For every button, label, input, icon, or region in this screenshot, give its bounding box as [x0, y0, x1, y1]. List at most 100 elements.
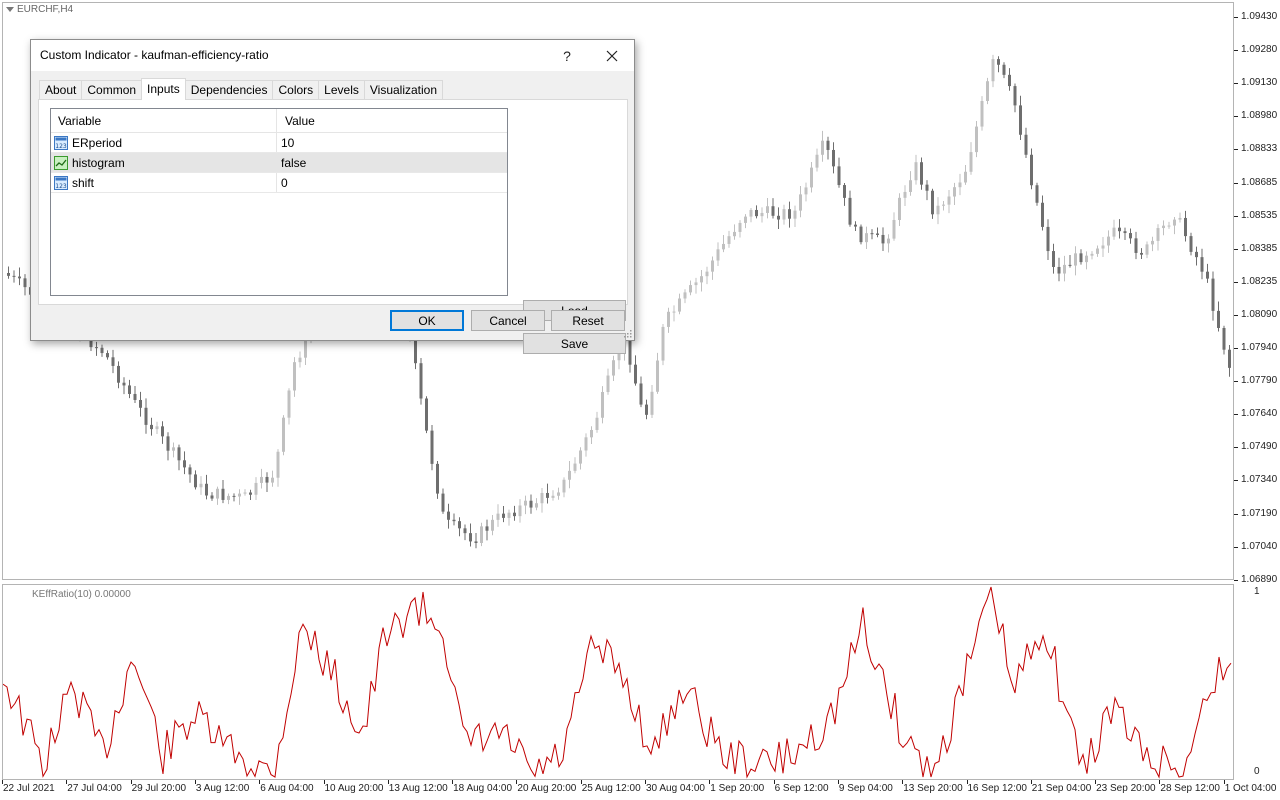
tab-dependencies[interactable]: Dependencies [184, 80, 274, 100]
reset-button[interactable]: Reset [551, 310, 625, 331]
price-tick [1234, 116, 1238, 118]
chart-symbol-label: EURCHF,H4 [6, 4, 73, 15]
candle-body [876, 233, 879, 235]
tab-inputs[interactable]: Inputs [141, 78, 186, 100]
candle-body [826, 140, 830, 150]
table-row[interactable]: 123 shift 0 [51, 173, 507, 193]
value-cell[interactable]: false [277, 153, 507, 172]
candle-body [177, 447, 181, 461]
candle-body [551, 495, 555, 498]
candle-body [579, 450, 582, 464]
candle-body [722, 243, 725, 250]
candle-body [100, 347, 104, 354]
tab-levels[interactable]: Levels [318, 80, 365, 100]
variable-cell[interactable]: 123 shift [51, 173, 277, 192]
close-button[interactable] [589, 40, 634, 71]
candle-body [815, 154, 819, 168]
dialog-tabs: About Common Inputs Dependencies Colors … [39, 78, 444, 100]
time-label: 13 Aug 12:00 [388, 783, 448, 794]
ok-button[interactable]: OK [390, 310, 464, 331]
candle-body [590, 429, 593, 438]
candle-body [18, 276, 21, 279]
inputs-table[interactable]: Variable Value 123 ERperiod 10 histogram… [50, 108, 508, 296]
candle-body [645, 404, 648, 415]
candle-body [766, 206, 769, 213]
candle-body [947, 196, 951, 205]
candle-body [639, 383, 643, 405]
indicator-panel[interactable] [2, 584, 1234, 780]
candle-body [1156, 228, 1160, 241]
tab-common[interactable]: Common [81, 80, 143, 100]
candle-body [205, 483, 208, 496]
value-cell[interactable]: 0 [277, 173, 507, 192]
candle-body [1024, 134, 1028, 155]
variable-cell[interactable]: histogram [51, 153, 277, 172]
candle-body [436, 463, 439, 494]
candle-body [535, 503, 538, 508]
help-button[interactable]: ? [547, 40, 587, 71]
candle-body [672, 311, 676, 313]
time-label: 9 Sep 04:00 [838, 783, 893, 794]
candle-body [452, 519, 456, 522]
candle-body [496, 513, 500, 520]
tab-about[interactable]: About [39, 80, 83, 100]
time-axis[interactable]: 22 Jul 2021 27 Jul 04:00 29 Jul 20:00 3 Aug… [0, 780, 1280, 800]
time-label: 18 Aug 04:00 [453, 783, 513, 794]
candle-body [1222, 327, 1226, 350]
candle-body [716, 249, 720, 261]
candle-body [837, 166, 841, 186]
candle-body [1019, 105, 1022, 135]
candle-body [887, 238, 890, 244]
table-row-selected[interactable]: histogram false [51, 153, 507, 173]
candle-body [1173, 219, 1176, 226]
candle-body [238, 493, 241, 497]
candle-body [711, 260, 714, 272]
price-level-label: 1.07040 [1241, 540, 1278, 552]
candle-body [524, 500, 527, 506]
candle-body [1184, 217, 1187, 237]
save-button[interactable]: Save [523, 333, 626, 354]
price-level-label: 1.08980 [1241, 110, 1278, 122]
candle-body [298, 357, 302, 363]
candle-body [117, 365, 120, 383]
price-level-label: 1.08090 [1241, 308, 1278, 320]
price-tick [1234, 414, 1238, 416]
candle-body [1079, 253, 1083, 263]
candle-body [507, 512, 511, 518]
candle-body [441, 493, 445, 512]
column-header-value[interactable]: Value [277, 109, 507, 132]
candle-body [881, 234, 885, 244]
resize-grip-icon[interactable] [624, 330, 632, 338]
price-level-label: 1.07940 [1241, 342, 1278, 353]
candle-body [287, 390, 291, 418]
price-level-label: 1.07640 [1241, 408, 1278, 420]
candle-body [920, 162, 923, 185]
price-tick [1234, 281, 1238, 283]
variable-name: shift [72, 175, 95, 190]
tab-colors[interactable]: Colors [272, 80, 320, 100]
column-header-variable[interactable]: Variable [51, 109, 277, 132]
candle-body [969, 152, 973, 172]
candle-body [953, 187, 956, 197]
table-row[interactable]: 123 ERperiod 10 [51, 133, 507, 153]
dropdown-triangle-icon[interactable] [6, 7, 14, 12]
indicator-level-label: 1 [1254, 586, 1260, 597]
candle-body [469, 533, 472, 542]
price-axis[interactable]: 1.09430 1.09280 1.09130 1.08980 1.08833 1.086… [1234, 2, 1280, 585]
candle-body [1206, 271, 1209, 279]
tab-visualization[interactable]: Visualization [363, 80, 444, 100]
candle-body [1228, 349, 1231, 368]
candle-body [661, 326, 665, 361]
price-tick [1234, 17, 1238, 18]
dialog-titlebar[interactable]: Custom Indicator - kaufman-efficiency-ra… [31, 40, 634, 71]
candle-body [601, 392, 604, 418]
candle-body [150, 424, 153, 430]
variable-cell[interactable]: 123 ERperiod [51, 133, 277, 152]
candle-body [892, 219, 896, 239]
candle-body [788, 209, 791, 219]
candle-body [903, 191, 907, 198]
time-label: 25 Aug 12:00 [581, 783, 641, 794]
value-cell[interactable]: 10 [277, 133, 507, 152]
candle-body [854, 224, 857, 227]
cancel-button[interactable]: Cancel [471, 310, 545, 331]
